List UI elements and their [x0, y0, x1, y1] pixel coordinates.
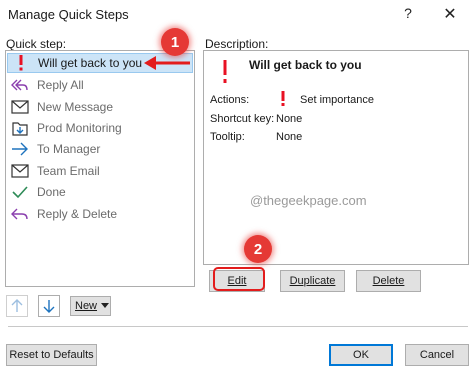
step-1-arrow-icon	[144, 56, 190, 70]
list-item-team-email[interactable]: Team Email	[7, 161, 193, 181]
list-item-to-manager[interactable]: To Manager	[7, 139, 193, 159]
delete-button-label: Delete	[372, 275, 405, 287]
shortcut-key-value: None	[276, 113, 303, 125]
step-2-highlight	[213, 267, 265, 291]
arrow-up-icon	[11, 299, 23, 312]
description-label: Description:	[205, 37, 269, 51]
list-item-label: Will get back to you	[38, 56, 143, 70]
list-item-prod-monitoring[interactable]: Prod Monitoring	[7, 118, 193, 138]
tooltip-label: Tooltip:	[210, 131, 245, 143]
step-1-number: 1	[170, 33, 180, 51]
reset-to-defaults-button[interactable]: Reset to Defaults	[6, 344, 97, 366]
actions-label: Actions:	[210, 94, 250, 106]
reply-delete-icon	[9, 204, 31, 224]
move-up-button[interactable]	[6, 295, 28, 317]
move-to-folder-icon	[9, 118, 31, 138]
ok-button-label: OK	[353, 349, 369, 361]
list-item-label: Team Email	[37, 164, 100, 178]
list-item-done[interactable]: Done	[7, 182, 193, 202]
list-item-label: Reply & Delete	[37, 207, 118, 221]
dropdown-arrow-icon	[101, 303, 110, 308]
set-importance-icon	[281, 91, 285, 109]
arrow-down-icon	[43, 300, 55, 313]
importance-icon	[222, 60, 228, 87]
step-2-badge: 2	[244, 235, 272, 263]
duplicate-button-label: Duplicate	[289, 275, 336, 287]
cancel-button[interactable]: Cancel	[405, 344, 469, 366]
help-button[interactable]: ?	[400, 5, 416, 21]
list-item-label: Prod Monitoring	[37, 121, 122, 135]
new-button-label: New	[75, 300, 98, 312]
tooltip-value: None	[276, 131, 303, 143]
list-item-reply-delete[interactable]: Reply & Delete	[7, 204, 193, 224]
step-1-badge: 1	[161, 28, 189, 56]
checkmark-icon	[9, 182, 31, 202]
reset-button-label: Reset to Defaults	[9, 349, 94, 361]
list-item-new-message[interactable]: New Message	[7, 97, 193, 117]
list-item-label: New Message	[37, 100, 114, 114]
watermark: @thegeekpage.com	[250, 193, 367, 208]
list-item-label: To Manager	[37, 142, 101, 156]
close-button[interactable]: ✕	[441, 4, 459, 24]
envelope-icon	[9, 97, 31, 117]
step-2-number: 2	[253, 240, 263, 258]
actions-value: Set importance	[300, 94, 374, 106]
description-title: Will get back to you	[249, 58, 362, 72]
reply-all-icon	[9, 75, 31, 95]
exclamation-icon	[10, 53, 32, 73]
delete-button[interactable]: Delete	[356, 270, 421, 292]
list-item-label: Reply All	[37, 78, 84, 92]
title-bar: Manage Quick Steps ? ✕	[0, 0, 476, 32]
ok-button[interactable]: OK	[329, 344, 393, 366]
list-item-label: Done	[37, 185, 66, 199]
divider	[8, 326, 468, 327]
duplicate-button[interactable]: Duplicate	[280, 270, 345, 292]
manage-quick-steps-dialog: Manage Quick Steps ? ✕ Quick step: Will …	[0, 0, 476, 373]
dialog-title: Manage Quick Steps	[8, 7, 129, 22]
new-button[interactable]: New	[70, 296, 111, 316]
quick-step-list[interactable]: Will get back to you Reply All New Messa…	[5, 50, 195, 287]
move-down-button[interactable]	[38, 295, 60, 317]
description-panel: Will get back to you Actions: Set import…	[203, 50, 469, 265]
envelope-icon	[9, 161, 31, 181]
shortcut-key-label: Shortcut key:	[210, 113, 275, 125]
arrow-right-icon	[9, 139, 31, 159]
list-item-reply-all[interactable]: Reply All	[7, 75, 193, 95]
quick-step-label: Quick step:	[6, 37, 67, 51]
cancel-button-label: Cancel	[419, 349, 455, 361]
